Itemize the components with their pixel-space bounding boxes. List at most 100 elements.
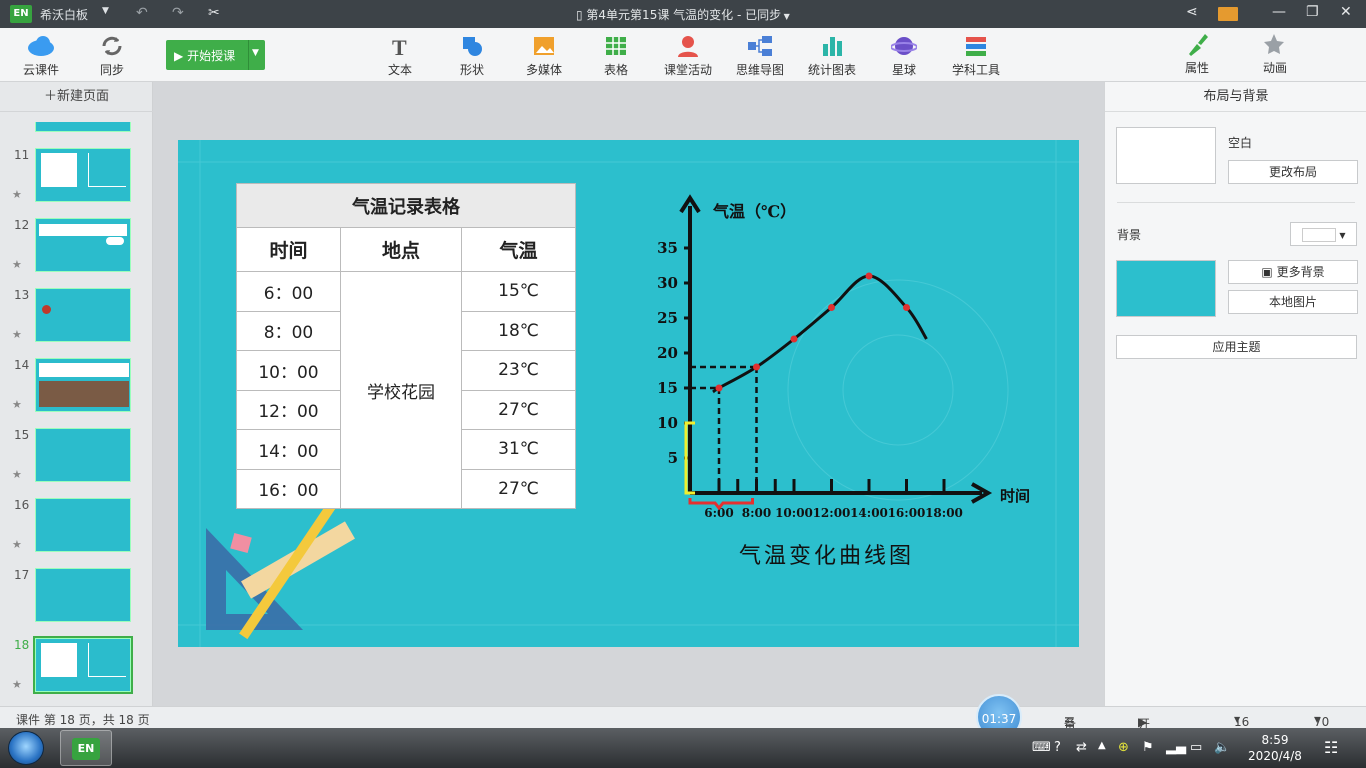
status-bar: 课件 第 18 页，共 18 页 ☰ 备注 ▶ 开始授课 16 : 9 ▼ 70… [0, 706, 1366, 765]
tool-mindmap-button[interactable]: 思维导图 [725, 34, 795, 78]
slide-list-panel: ＋新建页面 11 ★ 12 ★ 13 ★ 14 ★ 15 ★ 16 ★ 17 1… [0, 82, 153, 706]
signal-icon[interactable]: ▂▄ [1166, 740, 1186, 755]
clock-date: 2020/4/8 [1248, 749, 1302, 763]
tool-subject-tools-button[interactable]: 学科工具 [941, 34, 1011, 78]
slide-thumbnail-16[interactable] [35, 498, 131, 552]
x-tick-label: 8:00 [742, 506, 771, 520]
slide-thumbnail-11[interactable] [35, 148, 131, 202]
star-icon[interactable]: ★ [12, 328, 22, 341]
star-icon [1264, 34, 1284, 54]
slide-number: 16 [14, 498, 30, 512]
system-clock[interactable]: 8:59 2020/4/8 [1236, 732, 1314, 764]
slide-thumbnail-14[interactable] [35, 358, 131, 412]
sync-button[interactable]: 同步 [77, 34, 147, 78]
properties-tab[interactable]: 属性 [1162, 32, 1232, 76]
slide-thumbnail-15[interactable] [35, 428, 131, 482]
star-icon[interactable]: ★ [12, 468, 22, 481]
star-icon[interactable]: ★ [12, 678, 22, 691]
tool-planet-button[interactable]: 星球 [869, 34, 939, 78]
background-color-picker[interactable]: ▼ [1290, 222, 1357, 246]
layout-preview[interactable] [1116, 127, 1216, 184]
slide-thumbnail-12[interactable] [35, 218, 131, 272]
slide-canvas[interactable]: 气温记录表格 时间 地点 气温 6：00 学校花园 15℃ 8：00 18℃ 10… [178, 140, 1079, 647]
share-icon[interactable]: ⋖ [1186, 4, 1198, 20]
y-tick-label: 35 [657, 239, 678, 257]
chevron-down-icon: ▼ [1339, 231, 1346, 240]
tool-chart-button[interactable]: 统计图表 [797, 34, 867, 78]
slide-number: 13 [14, 288, 30, 302]
slide-number: 18 [14, 638, 30, 652]
start-teaching-button[interactable]: ▶ 开始授课 ▼ [166, 40, 265, 70]
windows-taskbar: EN ⌨ ? ⇄ ▲ ⊕ ⚑ ▂▄ ▭ 🔈 8:59 2020/4/8 ☷ [0, 728, 1366, 768]
slide-thumbnail-10[interactable] [35, 122, 131, 132]
media-icon [534, 37, 554, 55]
volume-icon[interactable]: 🔈 [1214, 740, 1230, 755]
temperature-line-chart[interactable]: 3530252015105 6:00 8:00 10:00 12:00 14:00 16:… [178, 140, 1079, 647]
start-dropdown-chevron-icon[interactable]: ▼ [252, 48, 259, 58]
x-axis-label: 时间 [1000, 487, 1030, 505]
star-icon[interactable]: ★ [12, 188, 22, 201]
document-title[interactable]: ▯ 第4单元第15课 气温的变化 - 已同步 ▼ [576, 6, 790, 23]
y-tick-label: 20 [657, 344, 678, 362]
network-adapter-icon[interactable]: ⇄ [1076, 740, 1087, 755]
temperature-curve [712, 274, 928, 394]
app-menu-chevron-icon[interactable]: ▼ [102, 6, 109, 16]
undo-icon[interactable]: ↶ [136, 5, 148, 21]
app-logo: EN [10, 5, 32, 23]
tool-table-button[interactable]: 表格 [581, 34, 651, 78]
windows-start-button[interactable] [8, 731, 44, 765]
mail-icon[interactable] [1218, 7, 1238, 21]
background-thumbnail[interactable] [1116, 260, 1216, 317]
cloud-courseware-button[interactable]: 云课件 [6, 34, 76, 78]
slide-thumbnail-18[interactable] [33, 636, 133, 694]
tray-expand-icon[interactable]: ▲ [1098, 740, 1106, 751]
x-tick-label: 14:00 [850, 506, 888, 520]
star-icon[interactable]: ★ [12, 538, 22, 551]
security-icon[interactable]: ⊕ [1118, 740, 1129, 755]
brush-icon [1189, 34, 1208, 56]
bar-chart-icon [823, 37, 842, 56]
planet-icon [891, 37, 917, 55]
help-icon[interactable]: ? [1054, 740, 1061, 755]
star-icon[interactable]: ★ [12, 258, 22, 271]
y-tick-label: 25 [657, 309, 678, 327]
star-icon[interactable]: ★ [12, 398, 22, 411]
properties-panel: 布局与背景 空白 更改布局 背景 ▼ ▣ 更多背景 本地图片 应用主题 [1104, 82, 1366, 706]
x-tick-label: 16:00 [888, 506, 926, 520]
apply-theme-button[interactable]: 应用主题 [1116, 335, 1357, 359]
document-icon: ▯ [576, 8, 587, 22]
y-tick-label: 30 [657, 274, 678, 292]
restore-button[interactable]: ❐ [1306, 4, 1319, 20]
change-layout-button[interactable]: 更改布局 [1228, 160, 1358, 184]
tool-media-button[interactable]: 多媒体 [509, 34, 579, 78]
flag-icon[interactable]: ⚑ [1142, 740, 1154, 755]
keyboard-icon[interactable]: ⌨ [1032, 740, 1051, 755]
app-name[interactable]: 希沃白板 [40, 6, 88, 23]
data-point [715, 384, 723, 392]
minimize-button[interactable]: — [1272, 4, 1286, 20]
tool-shape-button[interactable]: 形状 [437, 34, 507, 78]
x-tick-label: 10:00 [775, 506, 813, 520]
tool-text-button[interactable]: T 文本 [365, 34, 435, 78]
taskbar-app-easinote[interactable]: EN [60, 730, 112, 766]
slide-number: 15 [14, 428, 30, 442]
more-backgrounds-button[interactable]: ▣ 更多背景 [1228, 260, 1358, 284]
redo-icon[interactable]: ↷ [172, 5, 184, 21]
scissors-icon[interactable]: ✂ [208, 5, 220, 21]
tool-class-activity-button[interactable]: 课堂活动 [653, 34, 723, 78]
title-bar: EN 希沃白板 ▼ ↶ ↷ ✂ ▯ 第4单元第15课 气温的变化 - 已同步 ▼… [0, 0, 1366, 28]
local-image-button[interactable]: 本地图片 [1228, 290, 1358, 314]
page-info: 课件 第 18 页，共 18 页 [16, 713, 150, 727]
table-icon [606, 37, 626, 55]
notification-icon[interactable]: ☷ [1324, 738, 1338, 757]
data-point [828, 304, 835, 311]
slide-thumbnail-13[interactable] [35, 288, 131, 342]
close-button[interactable]: ✕ [1340, 4, 1352, 20]
new-page-button[interactable]: ＋新建页面 [0, 82, 153, 112]
display-icon[interactable]: ▭ [1190, 740, 1202, 755]
ribbon-toolbar: 云课件 同步 ▶ 开始授课 ▼ T 文本 形状 多媒体 表格 课堂活动 思维导图… [0, 28, 1366, 82]
slide-number: 12 [14, 218, 30, 232]
slide-thumbnail-17[interactable] [35, 568, 131, 622]
doc-menu-chevron-icon: ▼ [781, 12, 790, 21]
animation-tab[interactable]: 动画 [1240, 32, 1310, 76]
